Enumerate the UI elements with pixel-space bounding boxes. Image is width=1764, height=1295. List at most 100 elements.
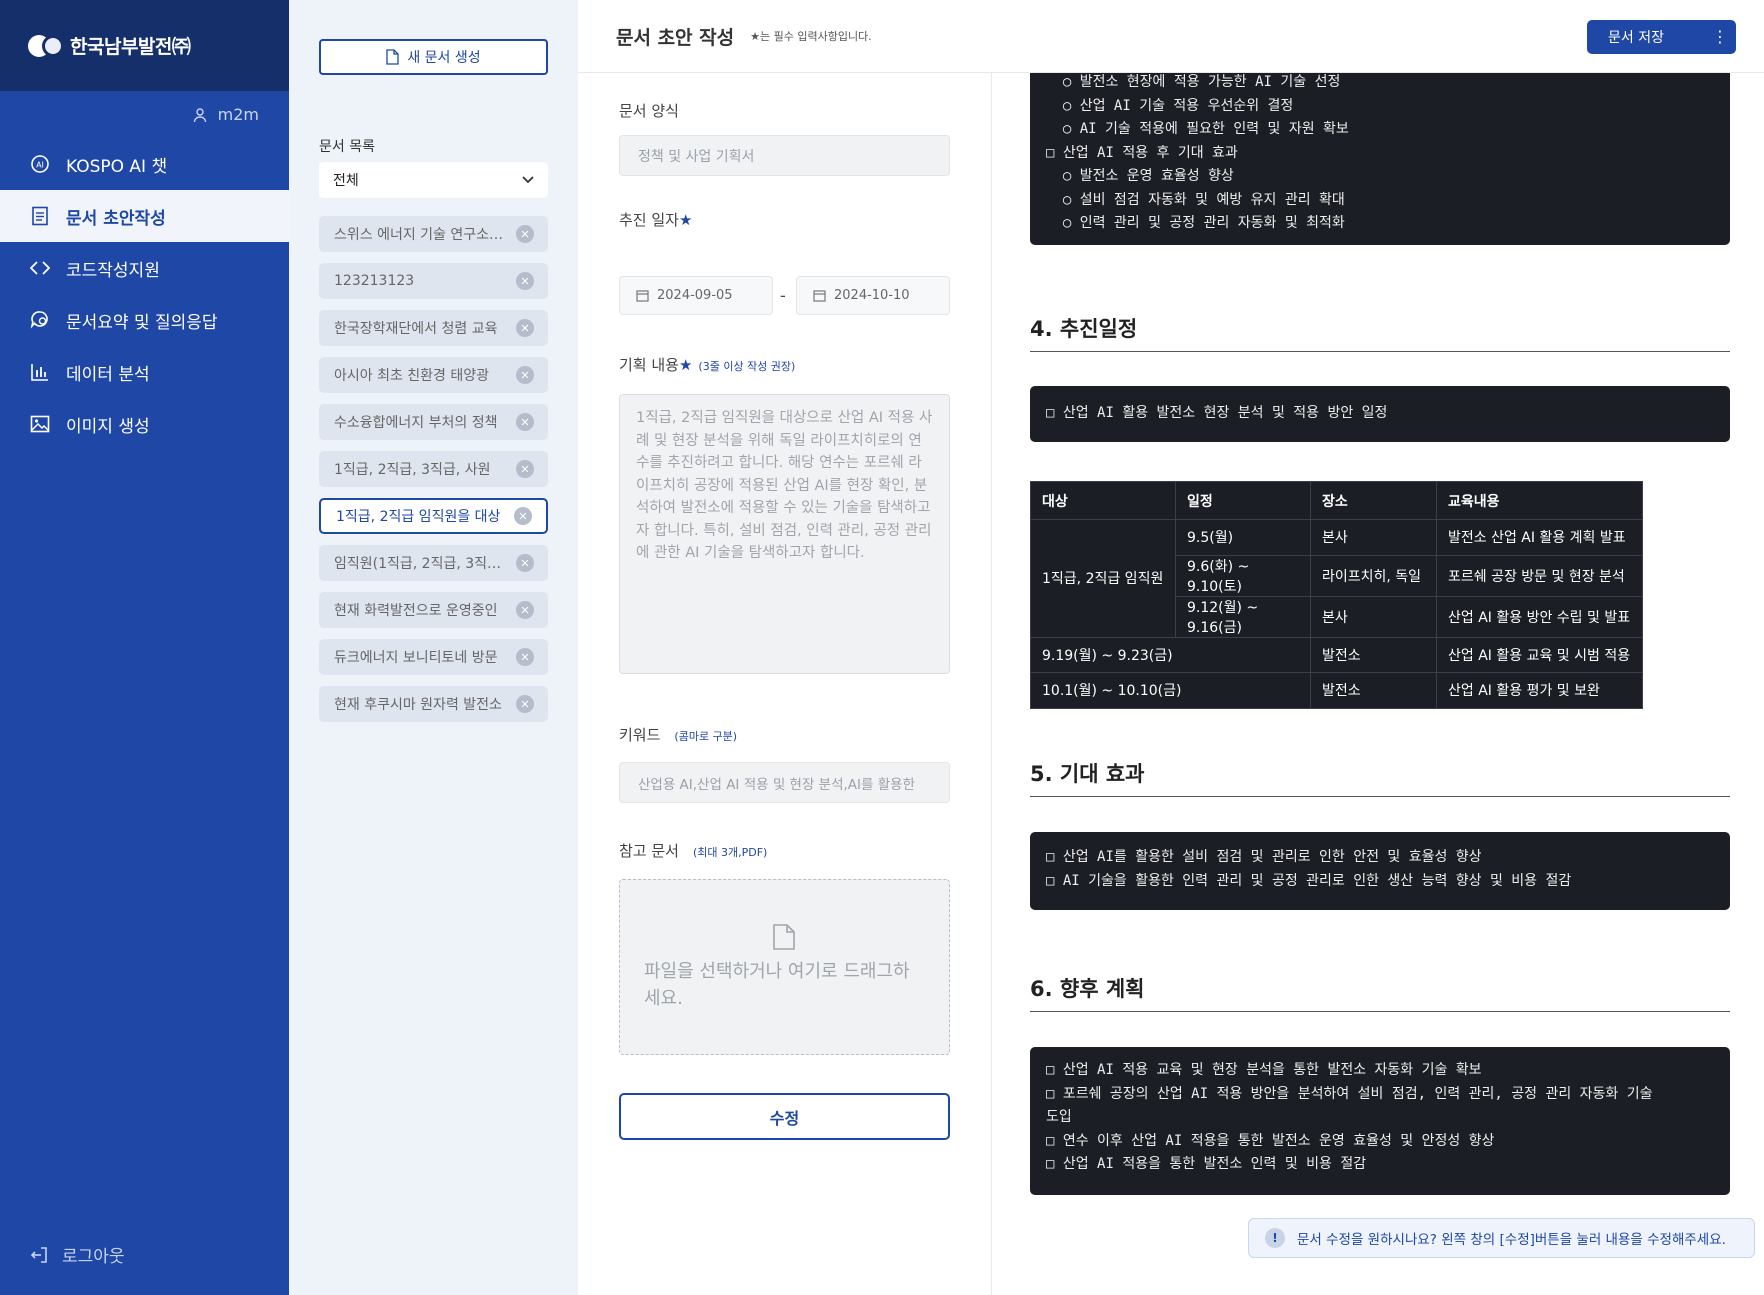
section-heading: 4. 추진일정 bbox=[1030, 313, 1730, 352]
preview-code-block: □ 산업 AI 적용 교육 및 현장 분석을 통한 발전소 자동화 기술 확보 □… bbox=[1030, 1047, 1730, 1195]
new-document-button[interactable]: 새 문서 생성 bbox=[319, 39, 548, 75]
code-line: ○ 인력 관리 및 공정 관리 자동화 및 최적화 bbox=[1046, 215, 1345, 231]
schedule-table: 대상 일정 장소 교육내용 1직급, 2직급 임직원 9.5(월) 본사 발전소… bbox=[1030, 481, 1643, 709]
table-cell: 라이프치히, 독일 bbox=[1310, 554, 1437, 597]
ai-chat-icon: AI bbox=[30, 154, 50, 174]
nav-item-data-analysis[interactable]: 데이터 분석 bbox=[0, 346, 289, 398]
table-row: 10.1(월) ~ 10.10(금) 발전소 산업 AI 활용 평가 및 보완 bbox=[1030, 672, 1643, 709]
nav-item-doc-draft[interactable]: 문서 초안작성 bbox=[0, 190, 289, 242]
document-filter-select[interactable]: 전체 bbox=[319, 162, 548, 198]
table-cell: 본사 bbox=[1310, 595, 1437, 638]
code-line: ○ 발전소 현장에 적용 가능한 AI 기술 선정 bbox=[1046, 74, 1341, 90]
table-cell: 산업 AI 활용 평가 및 보완 bbox=[1436, 672, 1643, 709]
nav-label: KOSPO AI 챗 bbox=[66, 156, 168, 177]
code-line: □ 산업 AI를 활용한 설비 점검 및 관리로 인한 안전 및 효율성 향상 bbox=[1046, 849, 1482, 865]
document-list-item-label: 아시아 최초 친환경 태양광 bbox=[334, 368, 490, 384]
document-list-item[interactable]: 임직원(1직급, 2직급, 3직급) ✕ bbox=[319, 545, 548, 581]
document-list-item-label: 현재 화력발전으로 운영중인 bbox=[334, 603, 498, 619]
start-date-input[interactable]: 2024-09-05 bbox=[619, 276, 773, 315]
file-dropzone[interactable]: 파일을 선택하거나 여기로 드래그하세요. bbox=[619, 879, 950, 1055]
nav-label: 문서 초안작성 bbox=[66, 208, 166, 229]
end-date-input[interactable]: 2024-10-10 bbox=[796, 276, 950, 315]
document-list-item[interactable]: 1직급, 2직급, 3직급, 사원 ✕ bbox=[319, 451, 548, 487]
username: m2m bbox=[217, 105, 259, 124]
logout-label: 로그아웃 bbox=[62, 1247, 125, 1267]
document-list-item[interactable]: 스위스 에너지 기술 연구소 방문 ✕ bbox=[319, 216, 548, 252]
delete-icon[interactable]: ✕ bbox=[516, 460, 534, 478]
code-line: 도입 bbox=[1046, 1109, 1072, 1125]
section-heading: 5. 기대 효과 bbox=[1030, 758, 1730, 797]
document-list-item[interactable]: 듀크에너지 보니티토네 방문 ✕ bbox=[319, 639, 548, 675]
delete-icon[interactable]: ✕ bbox=[514, 507, 532, 525]
table-cell: 9.19(월) ~ 9.23(금) bbox=[1030, 636, 1311, 673]
content-textarea[interactable]: 1직급, 2직급 임직원을 대상으로 산업 AI 적용 사례 및 현장 분석을 … bbox=[619, 394, 950, 674]
document-list-item[interactable]: 한국장학재단에서 청렴 교육 ✕ bbox=[319, 310, 548, 346]
code-line: ○ AI 기술 적용에 필요한 인력 및 자원 확보 bbox=[1046, 121, 1349, 137]
document-list-item-label: 1직급, 2직급, 3직급, 사원 bbox=[334, 462, 491, 478]
logo-text: 한국남부발전㈜ bbox=[70, 36, 191, 58]
delete-icon[interactable]: ✕ bbox=[516, 601, 534, 619]
table-cell: 9.6(화) ~ 9.10(토) bbox=[1175, 554, 1311, 597]
date-separator: - bbox=[780, 286, 786, 305]
code-line: □ 산업 AI 적용 후 기대 효과 bbox=[1046, 144, 1238, 161]
table-cell: 9.12(월) ~ 9.16(금) bbox=[1175, 595, 1311, 638]
table-cell: 발전소 bbox=[1310, 636, 1437, 673]
document-list-item[interactable]: 수소융합에너지 부처의 정책 ✕ bbox=[319, 404, 548, 440]
calendar-icon bbox=[636, 290, 649, 302]
document-list-item[interactable]: 1직급, 2직급 임직원을 대상 ✕ bbox=[319, 498, 548, 534]
document-list-item-label: 스위스 에너지 기술 연구소 방문 bbox=[334, 227, 504, 243]
document-list-title: 문서 목록 bbox=[319, 139, 375, 155]
user-icon bbox=[193, 107, 206, 122]
table-header-cell: 교육내용 bbox=[1436, 481, 1643, 520]
document-list-item[interactable]: 현재 화력발전으로 운영중인 ✕ bbox=[319, 592, 548, 628]
nav-item-image-gen[interactable]: 이미지 생성 bbox=[0, 398, 289, 450]
delete-icon[interactable]: ✕ bbox=[516, 554, 534, 572]
required-note: ★는 필수 입력사항입니다. bbox=[750, 30, 872, 43]
nav-item-ai-chat[interactable]: AI KOSPO AI 챗 bbox=[0, 138, 289, 190]
file-icon bbox=[386, 49, 399, 65]
delete-icon[interactable]: ✕ bbox=[516, 413, 534, 431]
document-list-item[interactable]: 123213123 ✕ bbox=[319, 263, 548, 299]
code-line: ○ 발전소 운영 효율성 향상 bbox=[1046, 168, 1234, 184]
chevron-down-icon bbox=[522, 176, 534, 184]
delete-icon[interactable]: ✕ bbox=[516, 272, 534, 290]
code-line: ○ 설비 점검 자동화 및 예방 유지 관리 확대 bbox=[1046, 191, 1345, 208]
keyword-label: 키워드 (콤마로 구분) bbox=[619, 726, 738, 744]
filter-value: 전체 bbox=[333, 173, 359, 189]
delete-icon[interactable]: ✕ bbox=[516, 648, 534, 666]
document-list-panel: 새 문서 생성 문서 목록 전체 스위스 에너지 기술 연구소 방문 ✕ 12321… bbox=[289, 0, 578, 1295]
logo[interactable]: 한국남부발전㈜ bbox=[0, 0, 289, 91]
document-list-item[interactable]: 현재 후쿠시마 원자력 발전소 ✕ bbox=[319, 686, 548, 722]
delete-icon[interactable]: ✕ bbox=[516, 695, 534, 713]
save-document-button[interactable]: 문서 저장 ⋮ bbox=[1587, 20, 1736, 54]
document-list-item-label: 1직급, 2직급 임직원을 대상 bbox=[336, 509, 501, 525]
new-document-label: 새 문서 생성 bbox=[407, 50, 481, 66]
calendar-icon bbox=[813, 290, 826, 302]
document-list-item-label: 현재 후쿠시마 원자력 발전소 bbox=[334, 697, 502, 713]
table-header-cell: 장소 bbox=[1310, 481, 1437, 520]
nav-label: 문서요약 및 질의응답 bbox=[66, 312, 218, 333]
logout-button[interactable]: 로그아웃 bbox=[30, 1242, 125, 1267]
bar-chart-icon bbox=[30, 362, 50, 382]
document-list-item-label: 한국장학재단에서 청렴 교육 bbox=[334, 321, 498, 337]
template-label: 문서 양식 bbox=[619, 102, 679, 120]
sidebar: 한국남부발전㈜ m2m AI KOSPO AI 챗 문서 초안작성 코드작성지원… bbox=[0, 0, 289, 1295]
template-input[interactable]: 정책 및 사업 기획서 bbox=[619, 135, 950, 176]
more-vertical-icon[interactable]: ⋮ bbox=[1712, 27, 1728, 46]
document-icon bbox=[30, 206, 50, 226]
table-cell: 10.1(월) ~ 10.10(금) bbox=[1030, 672, 1311, 709]
file-icon bbox=[773, 924, 795, 950]
modify-button[interactable]: 수정 bbox=[619, 1093, 950, 1140]
document-list-item[interactable]: 아시아 최초 친환경 태양광 ✕ bbox=[319, 357, 548, 393]
delete-icon[interactable]: ✕ bbox=[516, 366, 534, 384]
nav-item-summary-qa[interactable]: 문서요약 및 질의응답 bbox=[0, 294, 289, 346]
kospo-logo-icon bbox=[28, 34, 66, 58]
keyword-input[interactable]: 산업용 AI,산업 AI 적용 및 현장 분석,AI를 활용한 bbox=[619, 762, 950, 803]
delete-icon[interactable]: ✕ bbox=[516, 319, 534, 337]
document-list-item-label: 123213123 bbox=[334, 273, 415, 289]
nav-item-code[interactable]: 코드작성지원 bbox=[0, 242, 289, 294]
code-line: □ AI 기술을 활용한 인력 관리 및 공정 관리로 인한 생산 능력 향상 … bbox=[1046, 872, 1572, 889]
user-info: m2m bbox=[0, 91, 289, 138]
delete-icon[interactable]: ✕ bbox=[516, 225, 534, 243]
page-header: 문서 초안 작성 ★는 필수 입력사항입니다. 문서 저장 ⋮ bbox=[578, 0, 1764, 73]
